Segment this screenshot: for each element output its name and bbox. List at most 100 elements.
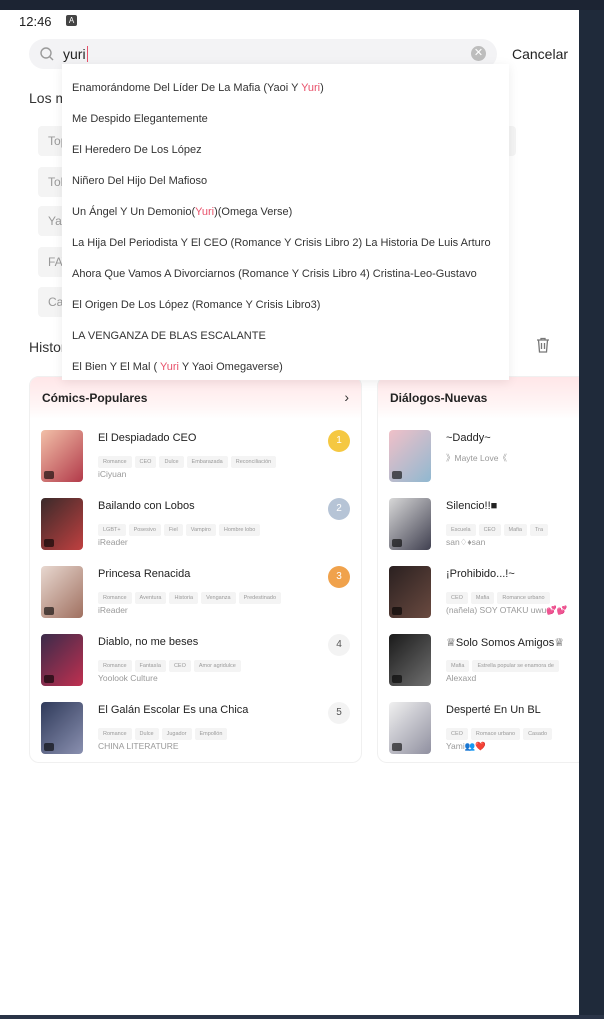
cover-badge-icon (44, 539, 54, 547)
suggestion-text: La Hija Del Periodista Y El CEO (Romance… (72, 237, 491, 249)
suggestion-item[interactable]: El Heredero De Los López (72, 144, 202, 156)
book-cover[interactable] (389, 566, 431, 618)
tag-chip: CEO (446, 728, 468, 740)
book-cover[interactable] (41, 634, 83, 686)
tag-chip: Dulce (134, 728, 159, 740)
book-title[interactable]: Princesa Renacida (98, 568, 190, 580)
book-cover[interactable] (389, 702, 431, 754)
cover-badge-icon (392, 743, 402, 751)
book-cover[interactable] (41, 702, 83, 754)
search-query[interactable]: yuri (63, 46, 89, 62)
rank-badge: 4 (328, 634, 350, 656)
rank-badge: 1 (328, 430, 350, 452)
book-tags: Romance CEO Dulce Embarazada Reconciliación (98, 450, 279, 468)
suggestion-text: Ahora Que Vamos A Divorciarnos (Romance … (72, 268, 477, 280)
suggestion-item[interactable]: Me Despido Elegantemente (72, 113, 208, 125)
book-row[interactable]: ~Daddy~ 》Mayte Love《 (378, 430, 579, 490)
tag-chip: Mafia (446, 660, 470, 672)
book-row[interactable]: Bailando con Lobos LGBT+ Posesivo Fiel Vampi… (30, 498, 361, 558)
suggestion-item[interactable]: Un Ángel Y Un Demonio(Yuri)(Omega Verse) (72, 206, 292, 218)
book-author: Yoolook Culture (98, 673, 158, 683)
book-row[interactable]: Diablo, no me beses Romance Fantasía CEO Amo… (30, 634, 361, 694)
rank-badge: 2 (328, 498, 350, 520)
cancel-button[interactable]: Cancelar (512, 46, 568, 62)
suggestion-item[interactable]: Niñero Del Hijo Del Mafioso (72, 175, 207, 187)
notification-app-icon: A (66, 15, 77, 26)
book-author: iCiyuan (98, 469, 127, 479)
book-cover[interactable] (41, 566, 83, 618)
book-row[interactable]: Desperté En Un BL CEO Romace urbano Casado Y… (378, 702, 579, 762)
tag-chip: Posesivo (128, 524, 161, 536)
suggestion-text: )(Omega Verse) (214, 206, 293, 218)
card-title: Cómics-Populares (42, 391, 148, 405)
clear-icon[interactable]: ✕ (471, 46, 486, 61)
book-author: 》Mayte Love《 (446, 453, 507, 463)
suggestion-item[interactable]: Enamorándome Del Líder De La Mafia (Yaoi… (72, 82, 324, 94)
book-row[interactable]: El Despiadado CEO Romance CEO Dulce Embaraza… (30, 430, 361, 490)
dialogs-new-card: Diálogos-Nuevas ~Daddy~ 》Mayte Love《 Silen… (377, 376, 579, 763)
tag-chip: CEO (134, 456, 157, 468)
book-cover[interactable] (389, 430, 431, 482)
tag-chip: Embarazada (186, 456, 228, 468)
book-title[interactable]: Desperté En Un BL (446, 704, 541, 716)
suggestion-match: Yuri (301, 82, 321, 94)
top-frame-bar (0, 0, 604, 10)
cover-badge-icon (44, 675, 54, 683)
tag-chip: Hombre lobo (218, 524, 261, 536)
suggestion-item[interactable]: La Hija Del Periodista Y El CEO (Romance… (72, 237, 491, 249)
book-tags: Romance Fantasía CEO Amor agridulce (98, 654, 244, 672)
tag-chip: Predestinado (238, 592, 282, 604)
tag-chip: Tra (529, 524, 548, 536)
trash-icon[interactable] (534, 336, 552, 354)
history-heading-partial: Histor (29, 339, 66, 355)
suggestion-item[interactable]: LA VENGANZA DE BLAS ESCALANTE (72, 330, 266, 342)
suggestion-item[interactable]: El Bien Y El Mal ( Yuri Y Yaoi Omegavers… (72, 361, 283, 373)
card-header[interactable]: Diálogos-Nuevas (378, 377, 579, 419)
book-author: iReader (98, 537, 128, 547)
tag-chip: Romance (98, 660, 132, 672)
book-cover[interactable] (389, 634, 431, 686)
book-tags: CEO Mafia Romance urbano (446, 586, 553, 604)
cover-badge-icon (392, 471, 402, 479)
card-header[interactable]: Cómics-Populares › (30, 377, 361, 419)
book-cover[interactable] (389, 498, 431, 550)
book-title[interactable]: ¡Prohibido...!~ (446, 568, 515, 580)
tag-chip: Historia (169, 592, 199, 604)
cover-badge-icon (392, 675, 402, 683)
book-title[interactable]: El Galán Escolar Es una Chica (98, 704, 248, 716)
tag-chip: Romance urbano (497, 592, 550, 604)
suggestion-match: Yuri (160, 361, 180, 373)
tag-chip: Reconciliación (230, 456, 277, 468)
chevron-right-icon[interactable]: › (344, 389, 349, 405)
book-row[interactable]: ♕Solo Somos Amigos♕ Mafia Estrella popular… (378, 634, 579, 694)
book-author: (nañela) SOY OTAKU uwu💕💕 (446, 605, 568, 615)
book-title[interactable]: ♕Solo Somos Amigos♕ (446, 636, 564, 649)
tag-chip: Romance (98, 592, 132, 604)
book-row[interactable]: Princesa Renacida Romance Aventura Historia… (30, 566, 361, 626)
tag-chip: Casado (523, 728, 553, 740)
book-tags: Romance Aventura Historia Venganza Predestin… (98, 586, 284, 604)
book-tags: CEO Romace urbano Casado (446, 722, 555, 740)
book-title[interactable]: El Despiadado CEO (98, 432, 196, 444)
book-tags: Mafia Estrella popular se enamora de (446, 654, 562, 672)
suggestion-text: El Bien Y El Mal ( (72, 361, 161, 373)
book-title[interactable]: ~Daddy~ (446, 432, 491, 444)
suggestion-item[interactable]: El Origen De Los López (Romance Y Crisis… (72, 299, 320, 311)
book-cover[interactable] (41, 430, 83, 482)
cover-badge-icon (44, 471, 54, 479)
cover-badge-icon (44, 607, 54, 615)
book-row[interactable]: ¡Prohibido...!~ CEO Mafia Romance urbano (na… (378, 566, 579, 626)
book-title[interactable]: Bailando con Lobos (98, 500, 195, 512)
book-title[interactable]: Silencio!!■ (446, 500, 497, 512)
book-title[interactable]: Diablo, no me beses (98, 636, 198, 648)
book-row[interactable]: Silencio!!■ Escuela CEO Mafia Tra san♢♦san (378, 498, 579, 558)
book-cover[interactable] (41, 498, 83, 550)
tag-chip: Venganza (201, 592, 236, 604)
search-icon (40, 47, 54, 61)
search-suggestions: Enamorándome Del Líder De La Mafia (Yaoi… (62, 64, 509, 380)
suggestion-text: ) (320, 82, 324, 94)
book-row[interactable]: El Galán Escolar Es una Chica Romance Dulc… (30, 702, 361, 762)
book-author: san♢♦san (446, 537, 486, 547)
suggestion-text: El Heredero De Los López (72, 144, 202, 156)
suggestion-item[interactable]: Ahora Que Vamos A Divorciarnos (Romance … (72, 268, 477, 280)
